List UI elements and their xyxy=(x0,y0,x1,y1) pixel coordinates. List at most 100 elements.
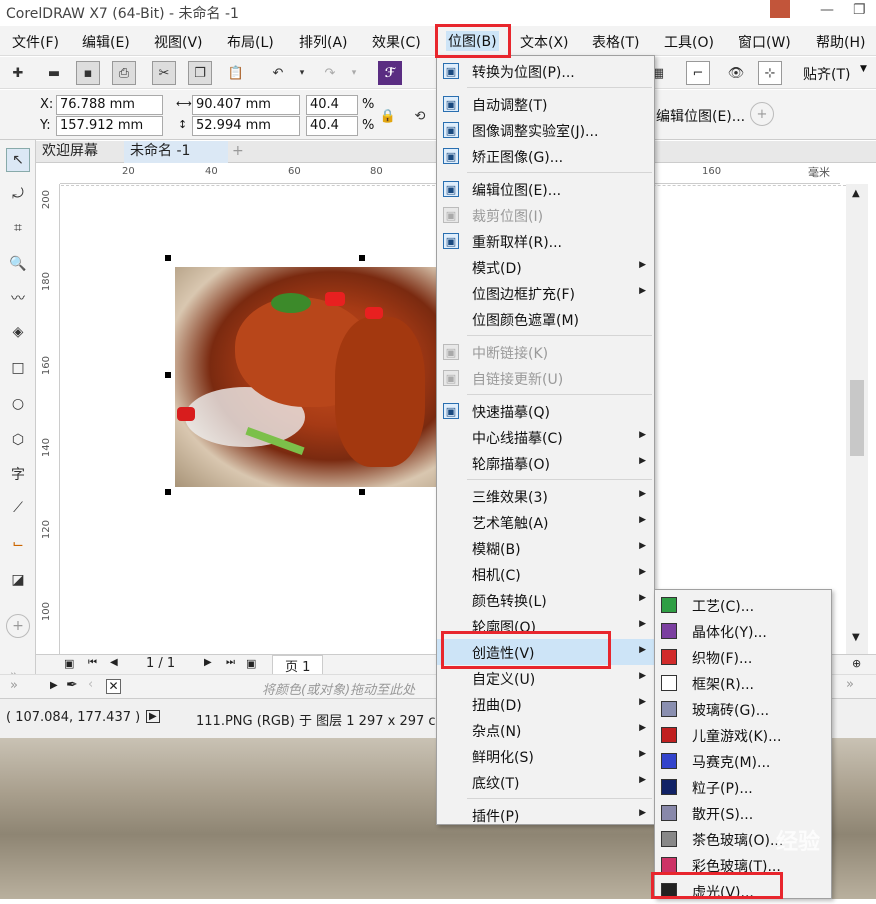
smart-fill-icon[interactable]: ◈ xyxy=(6,320,30,344)
page-icon[interactable]: ▣ xyxy=(64,657,74,670)
menu-file[interactable]: 文件(F) xyxy=(12,32,59,52)
no-color-swatch[interactable]: ✕ xyxy=(106,679,121,694)
selection-handle[interactable] xyxy=(165,255,171,261)
ellipse-tool-icon[interactable]: ○ xyxy=(6,392,30,416)
add-icon[interactable]: + xyxy=(750,102,774,126)
menu-text[interactable]: 文本(X) xyxy=(520,32,569,52)
creative-menu-item[interactable]: 晶体化(Y)... xyxy=(655,618,831,644)
palette-arrow-icon[interactable]: ▶ xyxy=(50,680,58,691)
page-tab[interactable]: 页 1 xyxy=(272,655,324,676)
bitmap-menu-item[interactable]: 底纹(T) ▶ xyxy=(437,769,654,795)
zoom-icon[interactable]: ⊕ xyxy=(852,657,861,670)
creative-menu-item[interactable]: 工艺(C)... xyxy=(655,592,831,618)
vertical-ruler[interactable]: 200 180 160 140 120 100 xyxy=(36,184,60,654)
vertical-scrollbar[interactable]: ▲ ▼ xyxy=(846,184,868,654)
bitmap-menu-item[interactable]: ▣ 转换为位图(P)... xyxy=(437,58,654,84)
bitmap-menu-item[interactable]: 位图边框扩充(F) ▶ xyxy=(437,280,654,306)
eyedropper-icon[interactable]: ✒ xyxy=(66,677,78,693)
expand-icon[interactable]: » xyxy=(10,678,18,693)
redo-dropdown-icon[interactable]: ▾ xyxy=(342,61,366,85)
width-field[interactable]: 90.407 mm xyxy=(192,95,300,115)
menu-table[interactable]: 表格(T) xyxy=(592,32,639,52)
add-tool-icon[interactable]: + xyxy=(6,614,30,638)
shape-tool-icon[interactable]: ⤾ xyxy=(6,182,30,206)
undo-dropdown-icon[interactable]: ▾ xyxy=(290,61,314,85)
chevron-down-icon[interactable]: ▼ xyxy=(860,64,867,74)
add-page-icon[interactable]: ▣ xyxy=(246,657,256,670)
new-icon[interactable]: ✚ xyxy=(6,61,30,85)
scroll-down-icon[interactable]: ▼ xyxy=(852,632,860,643)
next-page-icon[interactable]: ▶ xyxy=(204,657,212,668)
open-icon[interactable]: ▬ xyxy=(42,61,66,85)
restore-button[interactable]: ❐ xyxy=(853,2,866,18)
bitmap-menu-item[interactable]: 相机(C) ▶ xyxy=(437,561,654,587)
bitmap-menu-item[interactable]: ▣ 重新取样(R)... xyxy=(437,228,654,254)
print-icon[interactable]: ⎙ xyxy=(112,61,136,85)
crop-tool-icon[interactable]: ⌗ xyxy=(6,216,30,240)
bitmap-menu-item[interactable]: 插件(P) ▶ xyxy=(437,802,654,828)
play-icon[interactable]: ▶ xyxy=(146,710,160,723)
tab-welcome[interactable]: 欢迎屏幕 xyxy=(36,141,104,163)
creative-menu-item[interactable]: 粒子(P)... xyxy=(655,774,831,800)
first-page-icon[interactable]: ⏮ xyxy=(88,657,97,668)
rulers-icon[interactable]: ⌐ xyxy=(686,61,710,85)
rectangle-tool-icon[interactable]: □ xyxy=(6,356,30,380)
creative-menu-item[interactable]: 框架(R)... xyxy=(655,670,831,696)
creative-menu-item[interactable]: 玻璃砖(G)... xyxy=(655,696,831,722)
redo-icon[interactable]: ↷ xyxy=(318,61,342,85)
creative-menu-item[interactable]: 儿童游戏(K)... xyxy=(655,722,831,748)
palette-expand-icon[interactable]: » xyxy=(846,677,854,692)
paste-icon[interactable]: 📋 xyxy=(224,61,248,85)
scroll-thumb[interactable] xyxy=(850,380,864,456)
corel-app-launcher-icon[interactable]: ℱ xyxy=(378,61,402,85)
bitmap-menu-item[interactable]: 三维效果(3) ▶ xyxy=(437,483,654,509)
prev-page-icon[interactable]: ◀ xyxy=(110,657,118,668)
selection-handle[interactable] xyxy=(359,489,365,495)
scale-x-field[interactable]: 40.4 xyxy=(306,95,358,115)
bitmap-menu-item[interactable]: 模式(D) ▶ xyxy=(437,254,654,280)
menu-effects[interactable]: 效果(C) xyxy=(372,32,421,52)
palette-scroll-left-icon[interactable]: ‹ xyxy=(88,677,93,692)
menu-edit[interactable]: 编辑(E) xyxy=(82,32,130,52)
polygon-tool-icon[interactable]: ⬡ xyxy=(6,428,30,452)
creative-menu-item[interactable]: 散开(S)... xyxy=(655,800,831,826)
bitmap-menu-item[interactable]: 中心线描摹(C) ▶ xyxy=(437,424,654,450)
menu-window[interactable]: 窗口(W) xyxy=(738,32,791,52)
pick-tool-icon[interactable]: ↖ xyxy=(6,148,30,172)
food-bitmap-image[interactable] xyxy=(175,267,437,487)
edit-bitmap-button[interactable]: 编辑位图(E)... xyxy=(656,106,745,126)
bitmap-menu-item[interactable]: 模糊(B) ▶ xyxy=(437,535,654,561)
menu-layout[interactable]: 布局(L) xyxy=(227,32,274,52)
snap-grid-icon[interactable]: ⊹ xyxy=(758,61,782,85)
bitmap-menu-item[interactable]: 颜色转换(L) ▶ xyxy=(437,587,654,613)
user-avatar[interactable] xyxy=(770,0,790,18)
creative-menu-item[interactable]: 马赛克(M)... xyxy=(655,748,831,774)
menu-view[interactable]: 视图(V) xyxy=(154,32,203,52)
rotate-icon[interactable]: ⟲ xyxy=(408,104,432,128)
text-tool-icon[interactable]: 字 xyxy=(6,462,30,486)
scroll-up-icon[interactable]: ▲ xyxy=(852,188,860,199)
selection-handle[interactable] xyxy=(165,489,171,495)
bitmap-menu-item[interactable]: ▣ 矫正图像(G)... xyxy=(437,143,654,169)
minimize-button[interactable]: — xyxy=(820,2,834,18)
bitmap-menu-item[interactable]: 杂点(N) ▶ xyxy=(437,717,654,743)
undo-icon[interactable]: ↶ xyxy=(266,61,290,85)
view-icon[interactable]: 👁 xyxy=(724,61,748,85)
bitmap-menu-item[interactable]: 艺术笔触(A) ▶ xyxy=(437,509,654,535)
copy-icon[interactable]: ❐ xyxy=(188,61,212,85)
bitmap-menu-item[interactable]: 位图颜色遮罩(M) xyxy=(437,306,654,332)
last-page-icon[interactable]: ⏭ xyxy=(226,657,235,668)
zoom-tool-icon[interactable]: 🔍 xyxy=(6,252,30,276)
save-icon[interactable]: ▪ xyxy=(76,61,100,85)
add-tab-icon[interactable]: + xyxy=(226,141,250,163)
selection-handle[interactable] xyxy=(359,255,365,261)
scale-y-field[interactable]: 40.4 xyxy=(306,116,358,136)
bitmap-menu-item[interactable]: ▣ 快速描摹(Q) xyxy=(437,398,654,424)
drop-shadow-icon[interactable]: ◪ xyxy=(6,568,30,592)
bitmap-menu-item[interactable]: ▣ 图像调整实验室(J)... xyxy=(437,117,654,143)
creative-menu-item[interactable]: 织物(F)... xyxy=(655,644,831,670)
cut-icon[interactable]: ✂ xyxy=(152,61,176,85)
y-position-field[interactable]: 157.912 mm xyxy=(56,116,163,136)
menu-arrange[interactable]: 排列(A) xyxy=(299,32,348,52)
snap-to-dropdown[interactable]: 贴齐(T) xyxy=(803,64,850,84)
